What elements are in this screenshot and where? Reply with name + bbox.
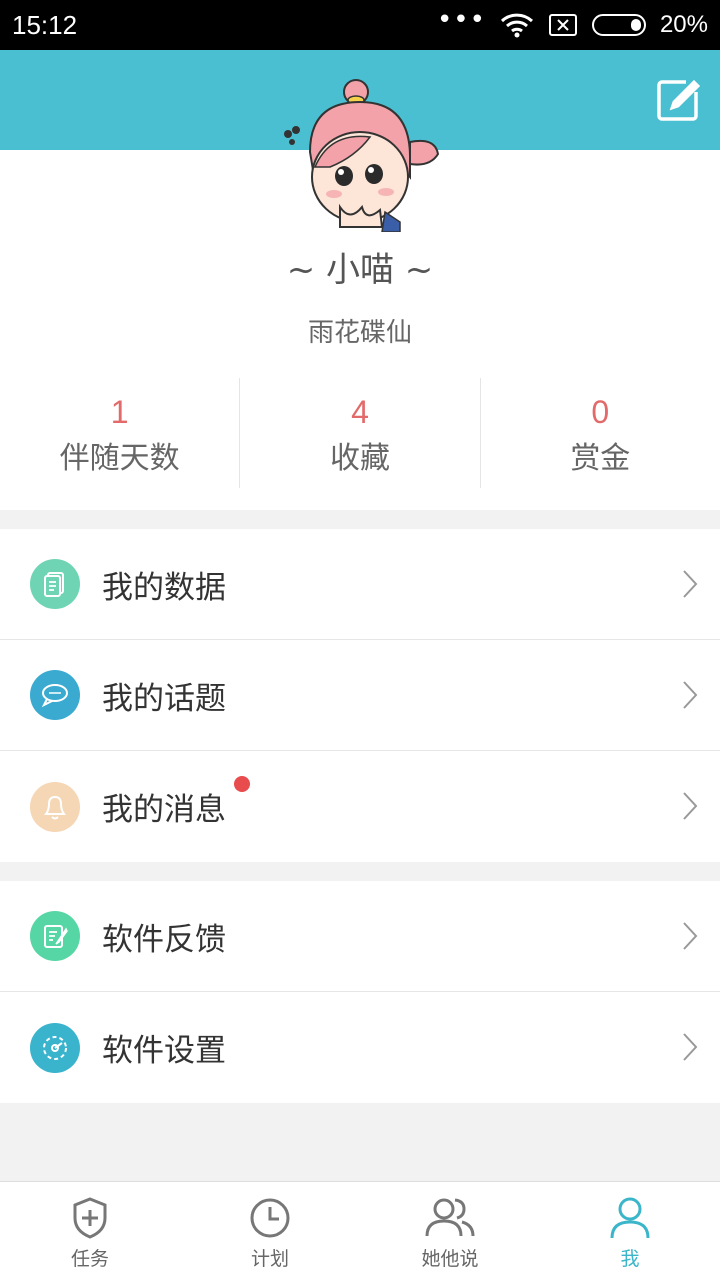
stat-label: 赏金 [570,441,631,476]
battery-icon [591,14,646,36]
chevron-right-icon [683,570,698,598]
edit-icon [657,79,700,121]
more-dots-icon: ••• [436,5,486,35]
chevron-right-icon [683,1033,698,1061]
avatar[interactable] [270,72,450,232]
stat-value: 4 [351,394,369,430]
status-time: 15:12 [12,9,78,40]
status-icons: ••• 20% [437,7,708,39]
tab-label: 她他说 [421,1248,479,1270]
menu-group-personal: 我的数据 我的话题 我的消息 [0,529,720,862]
tab-label: 计划 [250,1248,289,1270]
menu-label: 我的消息 [102,776,250,829]
stat-label: 收藏 [329,441,390,476]
notification-dot [234,776,250,792]
tab-plan[interactable]: 计划 [180,1182,360,1280]
menu-item-feedback[interactable]: 软件反馈 [0,881,720,992]
settings-dial-icon [30,1022,80,1073]
chevron-right-icon [683,792,698,820]
stat-value: 0 [591,394,610,430]
menu-item-my-topics[interactable]: 我的话题 [0,640,720,751]
wifi-icon [500,13,533,38]
bottom-tab-bar: 任务 计划 她他说 我 [0,1181,720,1280]
shield-plus-icon [73,1197,107,1239]
user-subtitle: 雨花碟仙 [307,318,412,348]
menu-item-my-data[interactable]: 我的数据 [0,529,720,640]
tab-tasks[interactable]: 任务 [0,1182,180,1280]
stat-favorites[interactable]: 4 收藏 [240,378,481,488]
stat-label: 伴随天数 [59,441,180,476]
stats-row: 1 伴随天数 4 收藏 0 赏金 [0,378,720,488]
menu-item-my-messages[interactable]: 我的消息 [0,751,720,862]
person-icon [610,1197,650,1239]
menu-label: 我的话题 [102,680,226,717]
menu-label: 我的数据 [102,569,226,606]
bell-icon [30,781,80,832]
chevron-right-icon [683,922,698,950]
tab-label: 任务 [70,1248,109,1270]
tab-they-say[interactable]: 她他说 [360,1182,540,1280]
stat-bounty[interactable]: 0 赏金 [481,378,720,488]
edit-profile-button[interactable] [656,78,700,122]
tab-me[interactable]: 我 [540,1182,720,1280]
profile-card: ~ 小喵 ~ 雨花碟仙 1 伴随天数 4 收藏 0 赏金 [0,79,720,510]
no-sim-icon [548,14,577,36]
menu-label-text: 我的消息 [102,792,226,828]
battery-percent: 20% [659,11,708,38]
stat-value: 1 [110,394,129,430]
document-icon [30,559,80,609]
tab-label: 我 [620,1248,640,1270]
menu-label: 软件设置 [102,1033,226,1069]
stat-companion-days[interactable]: 1 伴随天数 [0,378,241,488]
chevron-right-icon [683,681,698,709]
feedback-icon [30,911,80,961]
menu-label: 软件反馈 [102,921,226,958]
clock-icon [250,1198,290,1238]
status-bar: 15:12 ••• 20% [0,0,720,50]
chat-bubbles-icon [30,670,80,720]
menu-item-settings[interactable]: 软件设置 [0,992,720,1103]
nickname: ~ 小喵 ~ [286,250,434,290]
people-icon [425,1198,475,1237]
menu-group-software: 软件反馈 软件设置 [0,881,720,1103]
